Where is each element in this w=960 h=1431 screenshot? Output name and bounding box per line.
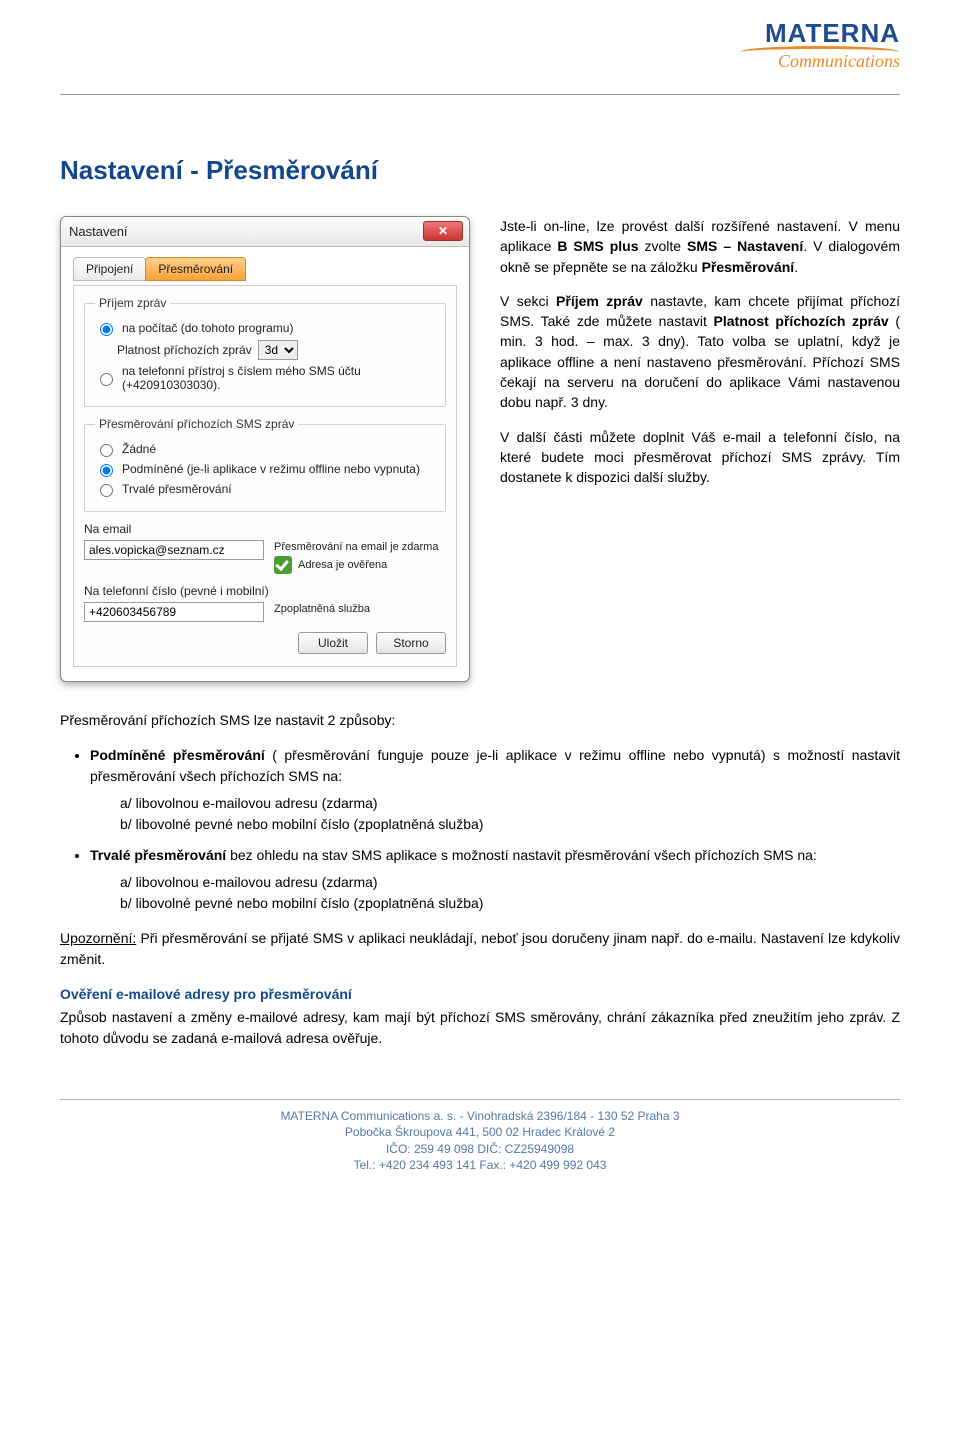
tab-connection[interactable]: Připojení <box>73 257 146 281</box>
email-section-label: Na email <box>84 522 446 536</box>
close-icon: ✕ <box>438 224 448 238</box>
dialog-title: Nastavení <box>69 224 128 239</box>
radio-to-phone[interactable] <box>100 373 113 386</box>
radio-redirect-permanent-label: Trvalé přesměrování <box>122 482 232 496</box>
save-button[interactable]: Uložit <box>298 632 368 654</box>
phone-input[interactable] <box>84 602 264 622</box>
sub-a1: a/ libovolnou e-mailovou adresu (zdarma) <box>120 793 900 814</box>
radio-redirect-none-label: Žádné <box>122 442 156 456</box>
page-footer: MATERNA Communications a. s. - Vinohrads… <box>60 1099 900 1173</box>
lead-text: Přesměrování příchozích SMS lze nastavit… <box>60 710 900 731</box>
logo-text-sub: Communications <box>740 52 900 70</box>
group-redirect: Přesměrování příchozích SMS zpráv Žádné … <box>84 417 446 512</box>
footer-divider <box>60 1099 900 1100</box>
footer-line-3: IČO: 259 49 098 DIČ: CZ25949098 <box>60 1141 900 1157</box>
validity-label: Platnost příchozích zpráv <box>117 343 252 357</box>
settings-dialog: Nastavení ✕ Připojení Přesměrování Příje… <box>60 216 470 682</box>
verified-icon <box>274 556 292 574</box>
close-button[interactable]: ✕ <box>423 221 463 241</box>
sub-b2: b/ libovolné pevné nebo mobilní číslo (z… <box>120 893 900 914</box>
sub-a2: a/ libovolnou e-mailovou adresu (zdarma) <box>120 872 900 893</box>
verified-text: Adresa je ověřena <box>298 558 387 572</box>
warning-text: Upozornění: Při přesměrování se přijaté … <box>60 928 900 970</box>
group-receive-legend: Příjem zpráv <box>95 296 170 310</box>
list-item-permanent: Trvalé přesměrování bez ohledu na stav S… <box>90 845 900 914</box>
sub-b1: b/ libovolné pevné nebo mobilní číslo (z… <box>120 814 900 835</box>
brand-logo: MATERNA Communications <box>740 20 900 70</box>
radio-redirect-none[interactable] <box>100 444 113 457</box>
phone-section-label: Na telefonní číslo (pevné i mobilní) <box>84 584 446 598</box>
footer-line-2: Pobočka Škroupova 441, 500 02 Hradec Krá… <box>60 1124 900 1140</box>
radio-redirect-conditional-label: Podmíněné (je-li aplikace v režimu offli… <box>122 462 420 476</box>
email-note: Přesměrování na email je zdarma <box>274 540 438 554</box>
tab-redirect[interactable]: Přesměrování <box>145 257 246 281</box>
intro-p1: Jste-li on-line, lze provést další rozší… <box>500 216 900 277</box>
verify-text: Způsob nastavení a změny e-mailové adres… <box>60 1007 900 1049</box>
footer-line-1: MATERNA Communications a. s. - Vinohrads… <box>60 1108 900 1124</box>
intro-p2: V sekci Příjem zpráv nastavte, kam chcet… <box>500 291 900 413</box>
radio-redirect-conditional[interactable] <box>100 464 113 477</box>
radio-to-computer-label: na počítač (do tohoto programu) <box>122 321 293 335</box>
radio-to-computer[interactable] <box>100 323 113 336</box>
footer-line-4: Tel.: +420 234 493 141 Fax.: +420 499 99… <box>60 1157 900 1173</box>
intro-p3: V další části můžete doplnit Váš e-mail … <box>500 427 900 488</box>
header-divider <box>60 94 900 95</box>
page-title: Nastavení - Přesměrování <box>60 155 900 186</box>
email-input[interactable] <box>84 540 264 560</box>
logo-text-top: MATERNA <box>740 20 900 46</box>
radio-to-phone-label: na telefonní přístroj s číslem mého SMS … <box>122 364 435 392</box>
validity-select[interactable]: 3d <box>258 340 298 360</box>
verify-heading: Ověření e-mailové adresy pro přesměrován… <box>60 984 900 1005</box>
dialog-titlebar: Nastavení ✕ <box>61 217 469 247</box>
phone-note: Zpoplatněná služba <box>274 602 370 616</box>
list-item-conditional: Podmíněné přesměrování ( přesměrování fu… <box>90 745 900 835</box>
radio-redirect-permanent[interactable] <box>100 484 113 497</box>
group-redirect-legend: Přesměrování příchozích SMS zpráv <box>95 417 298 431</box>
cancel-button[interactable]: Storno <box>376 632 446 654</box>
group-receive: Příjem zpráv na počítač (do tohoto progr… <box>84 296 446 407</box>
